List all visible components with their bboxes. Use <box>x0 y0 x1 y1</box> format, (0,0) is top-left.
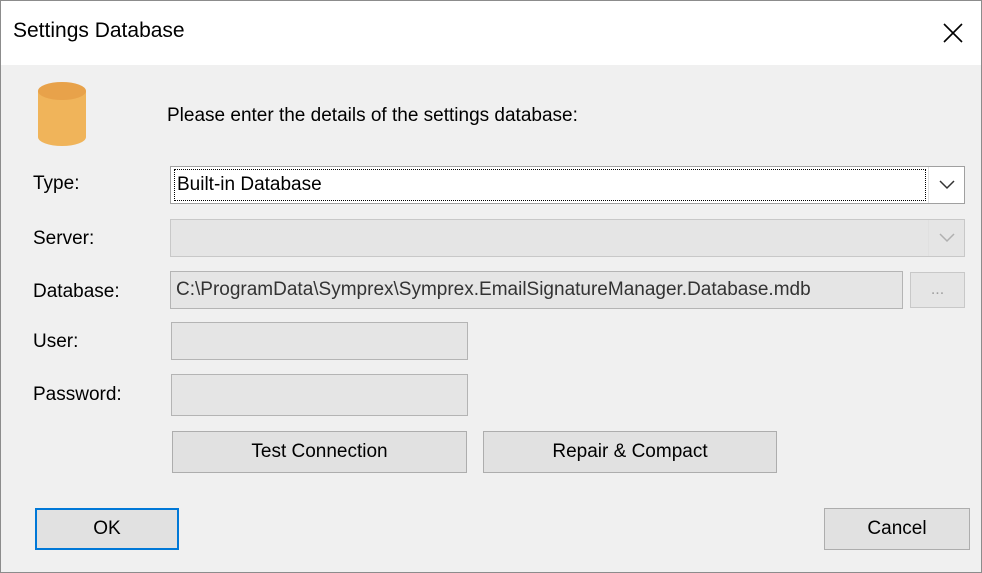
repair-compact-button[interactable]: Repair & Compact <box>483 431 777 473</box>
server-dropdown[interactable] <box>170 219 965 257</box>
cancel-button[interactable]: Cancel <box>824 508 970 550</box>
server-label: Server: <box>33 228 95 249</box>
chevron-down-icon <box>938 233 955 243</box>
type-dropdown-value: Built-in Database <box>174 169 926 201</box>
database-icon <box>38 82 86 146</box>
type-dropdown-arrow[interactable] <box>928 167 964 203</box>
user-field[interactable] <box>171 322 468 360</box>
type-label: Type: <box>33 173 80 194</box>
database-path-field[interactable]: C:\ProgramData\Symprex\Symprex.EmailSign… <box>170 271 903 309</box>
database-label: Database: <box>33 281 120 302</box>
close-button[interactable] <box>925 1 981 65</box>
ok-button[interactable]: OK <box>35 508 179 550</box>
password-label: Password: <box>33 384 122 405</box>
title-bar: Settings Database <box>1 1 981 65</box>
password-field[interactable] <box>171 374 468 416</box>
window-title: Settings Database <box>13 19 185 42</box>
test-connection-button[interactable]: Test Connection <box>172 431 467 473</box>
browse-button[interactable]: ... <box>910 272 965 308</box>
type-dropdown[interactable]: Built-in Database <box>170 166 965 204</box>
intro-text: Please enter the details of the settings… <box>167 105 578 126</box>
user-label: User: <box>33 331 79 352</box>
server-dropdown-arrow[interactable] <box>928 220 964 256</box>
chevron-down-icon <box>938 180 955 190</box>
settings-database-dialog: Settings Database Please enter the detai… <box>0 0 982 573</box>
close-icon <box>943 23 963 43</box>
